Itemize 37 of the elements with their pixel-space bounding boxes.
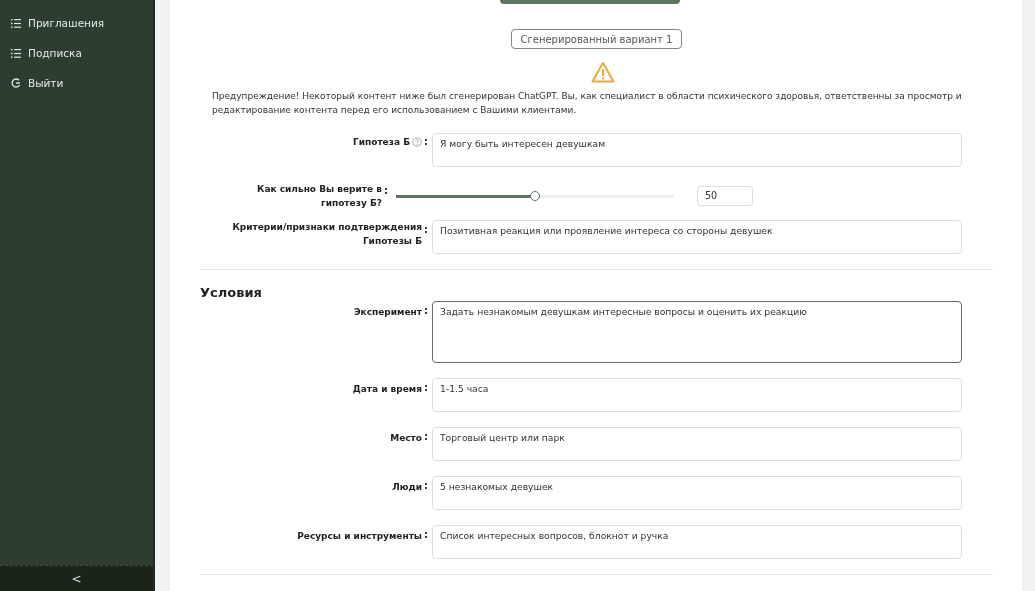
colon: :	[424, 223, 428, 235]
hypothesis-field[interactable]: Я могу быть интересен девушкам	[432, 133, 962, 167]
text-field[interactable]: Задать незнакомым девушкам интересные вопросы и оценить их реакцию	[432, 301, 962, 363]
field-label: Эксперимент	[354, 306, 422, 319]
collapse-button[interactable]: <	[67, 571, 86, 586]
field-label: Как сильно Вы верите в гипотезу Б?	[256, 183, 382, 210]
field-label: Гипотеза Б	[352, 136, 410, 149]
sidebar-item[interactable]: Приглашения	[0, 8, 153, 38]
text-field[interactable]: 5 незнакомых девушек	[432, 476, 962, 510]
warning-text: Предупреждение! Некоторый контент ниже был сгенерирован ChatGPT. Вы, как специалист в области психического здоровья, ответственны за просмотр и редактирование контента перед его использованием с Вашими клиентами.	[212, 90, 963, 117]
slider-track[interactable]	[396, 194, 674, 198]
logout-icon	[11, 78, 21, 88]
text-field[interactable]: Торговый центр или парк	[432, 427, 962, 461]
text-field[interactable]: 1-1.5 часа	[432, 378, 962, 412]
field-label: Дата и время	[352, 383, 422, 396]
colon: :	[424, 430, 428, 442]
field-label: Люди	[392, 481, 422, 494]
field-label: Критерии/признаки подтверждения Гипотезы Б	[231, 221, 422, 248]
section-title: Условия	[200, 285, 263, 300]
colon: :	[424, 381, 428, 393]
colon: :	[424, 479, 428, 491]
criteria-field[interactable]: Позитивная реакция или проявление интереса со стороны девушек	[432, 220, 962, 254]
sidebar-item[interactable]: Выйти	[0, 68, 153, 98]
variant-button[interactable]: Сгенерированный вариант 1	[510, 29, 683, 49]
colon: :	[424, 135, 428, 147]
field-label: Ресурсы и инструменты	[297, 530, 422, 543]
field-label: Место	[390, 432, 422, 445]
colon: :	[424, 528, 428, 540]
sidebar-item[interactable]: Подписка	[0, 38, 153, 68]
slider-thumb[interactable]	[530, 190, 540, 201]
list-icon	[11, 48, 21, 58]
warning-icon	[590, 61, 615, 83]
colon: :	[424, 304, 428, 316]
list-icon	[11, 18, 21, 28]
number-field[interactable]: 50	[697, 186, 753, 206]
text-field[interactable]: Список интересных вопросов, блокнот и ручка	[432, 525, 962, 559]
colon: :	[384, 184, 388, 196]
